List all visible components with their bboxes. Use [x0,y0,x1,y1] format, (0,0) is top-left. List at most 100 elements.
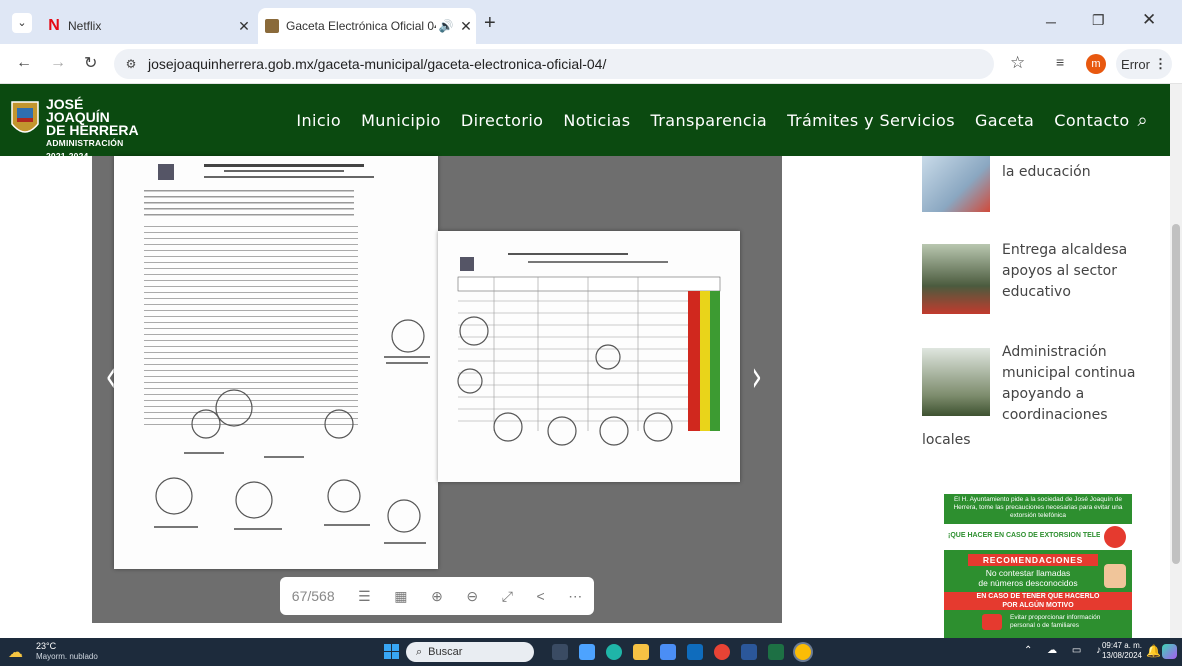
scrollbar-thumb[interactable] [1172,224,1180,564]
extortion-banner[interactable]: El H. Ayuntamiento pide a la sociedad de… [944,494,1132,638]
audio-icon[interactable]: 🔊 [436,19,456,33]
page-content-graphic [144,164,430,544]
share-icon[interactable]: < [536,588,544,604]
taskbar-search-label: Buscar [428,646,463,658]
nav-tramites[interactable]: Trámites y Servicios [787,111,955,130]
nav-transparencia[interactable]: Transparencia [650,111,767,130]
nav-contacto[interactable]: Contacto [1054,111,1129,130]
case-title: EN CASO DE TENER QUE HACERLO POR ALGÚN M… [944,592,1132,610]
weather-icon[interactable]: ☁ [8,643,23,661]
news-item-2[interactable]: Entrega alcaldesa apoyos al sector educa… [922,240,1162,320]
recommendations-title: RECOMENDACIONES [968,554,1098,566]
file-explorer-icon[interactable] [633,644,649,660]
taskbar-apps [552,644,811,660]
menu-kebab-icon: ⋮ [1153,56,1167,71]
nav-gaceta[interactable]: Gaceta [975,111,1034,130]
close-icon[interactable]: ✕ [456,18,476,35]
reload-icon[interactable]: ↻ [84,53,97,73]
bookmark-star-icon[interactable]: ☆ [1010,53,1025,73]
word-icon[interactable] [741,644,757,660]
reading-list-icon[interactable]: ≡ [1056,54,1064,70]
nav-municipio[interactable]: Municipio [361,111,441,130]
recommendation-line: No contestar llamadas [985,568,1071,578]
nav-noticias[interactable]: Noticias [563,111,630,130]
back-icon[interactable]: ← [16,54,32,72]
start-icon[interactable] [384,644,399,659]
viewer-controls: 67/568 ☰ ▦ ⊕ ⊖ ⤢ < ⋯ [280,577,594,615]
zoom-in-icon[interactable]: ⊕ [431,588,443,605]
edge-icon[interactable] [606,644,622,660]
outlook-icon[interactable] [687,644,703,660]
task-view-icon[interactable] [552,644,568,660]
notification-bell-icon[interactable]: 🔔 [1146,644,1161,658]
next-page-arrow-icon[interactable]: › [752,351,763,402]
chrome-icon[interactable] [714,644,730,660]
clock-time: 09:47 a. m. [1101,641,1142,650]
tab-search-button[interactable]: ⌄ [12,13,32,33]
page-scrollbar[interactable] [1170,84,1182,638]
tab-netflix[interactable]: N Netflix ✕ [40,8,254,44]
more-options-icon[interactable]: ⋯ [568,588,582,605]
news-item-3[interactable]: Administración municipal continua apoyan… [922,342,1162,452]
tab-title: Netflix [68,19,102,33]
profile-avatar[interactable]: m [1086,54,1106,74]
tray-icons[interactable]: ⌃ ☁ ▭ ♪ [1024,645,1107,656]
fullscreen-icon[interactable]: ⤢ [502,588,513,605]
flipbook-viewer[interactable]: ‹ › [92,156,782,623]
thumbnails-icon[interactable]: ▦ [394,588,407,605]
url-text: josejoaquinherrera.gob.mx/gaceta-municip… [148,56,607,72]
news-title-line: Administración [1002,344,1107,360]
error-label: Error [1121,56,1150,72]
clock-date: 13/08/2024 [1101,651,1142,660]
news-item-1[interactable]: la educación [922,156,1162,216]
news-title[interactable]: Administración municipal continua apoyan… [1002,342,1136,426]
minimize-icon[interactable]: ─ [1046,14,1056,30]
site-logo[interactable]: JOSÉ JOAQUÍN DE HERRERA ADMINISTRACIÓN 2… [8,94,148,161]
siren-icon [1104,526,1126,548]
clock[interactable]: 09:47 a. m. 13/08/2024 [1096,641,1142,661]
logo-title-line1: JOSÉ JOAQUÍN [46,96,110,125]
weather-temp[interactable]: 23°C [36,641,56,651]
logo-title-line2: DE HERRERA [46,122,139,138]
widgets-icon[interactable] [579,644,595,660]
person-illustration [1104,564,1126,588]
error-button[interactable]: Error ⋮ [1116,49,1172,79]
crest-icon [11,101,39,133]
news-thumbnail[interactable] [922,156,990,212]
case-title-line: EN CASO DE TENER QUE HACERLO [976,593,1100,600]
case-text: Evitar proporcionar información personal… [1010,614,1130,630]
site-favicon-icon [258,19,286,33]
news-thumbnail[interactable] [922,244,990,314]
table-of-contents-icon[interactable]: ☰ [358,588,371,605]
address-bar[interactable]: ⚙ josejoaquinherrera.gob.mx/gaceta-munic… [114,49,994,79]
tab-title: Gaceta Electrónica Oficial 04 | [286,19,436,33]
nav-inicio[interactable]: Inicio [296,111,341,130]
news-thumbnail[interactable] [922,348,990,416]
window-close-icon[interactable]: ✕ [1142,10,1156,30]
document-page-left [114,156,438,569]
news-title-line: municipal continua [1002,365,1136,381]
store-icon[interactable] [660,644,676,660]
news-title-line[interactable]: locales [922,430,971,451]
phone-illustration [982,614,1002,630]
news-title-line: apoyos al sector [1002,263,1117,279]
forward-icon[interactable]: → [50,54,66,72]
news-title[interactable]: la educación [1002,162,1091,183]
site-info-icon[interactable]: ⚙ [114,57,148,71]
search-icon[interactable]: ⌕ [1138,110,1148,131]
news-title-line: la educación [1002,164,1091,180]
taskbar-search[interactable]: ⌕ Buscar [406,642,534,662]
chrome-active-icon[interactable] [795,644,811,660]
excel-icon[interactable] [768,644,784,660]
weather-condition[interactable]: Mayorm. nublado [36,652,98,661]
tab-gaceta[interactable]: Gaceta Electrónica Oficial 04 | 🔊 ✕ [258,8,476,44]
zoom-out-icon[interactable]: ⊖ [466,588,478,605]
new-tab-button[interactable]: + [484,12,496,35]
netflix-icon: N [48,17,60,34]
restore-icon[interactable]: ❐ [1092,12,1105,29]
nav-directorio[interactable]: Directorio [461,111,544,130]
news-title[interactable]: Entrega alcaldesa apoyos al sector educa… [1002,240,1127,303]
close-icon[interactable]: ✕ [234,18,254,35]
copilot-icon[interactable] [1162,644,1177,659]
previous-page-arrow-icon[interactable]: ‹ [106,351,117,402]
